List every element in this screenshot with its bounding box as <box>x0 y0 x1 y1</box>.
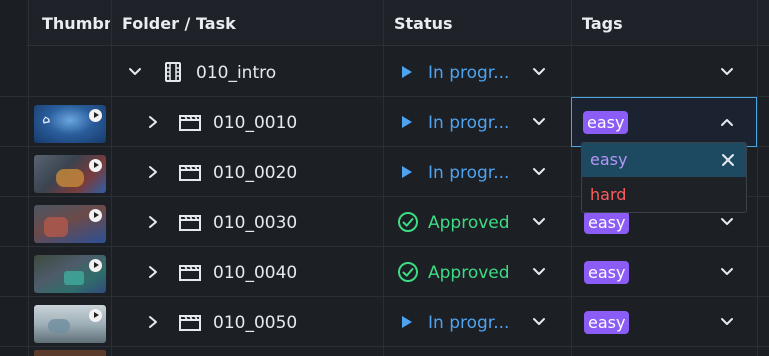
column-header-tags[interactable]: Tags <box>572 0 758 46</box>
task-name: 010_0050 <box>213 313 298 333</box>
task-name: 010_0010 <box>213 113 298 133</box>
tag-chip-easy[interactable]: easy <box>584 261 630 284</box>
clapperboard-icon <box>179 115 201 131</box>
chevron-down-icon[interactable] <box>531 214 547 230</box>
chevron-down-icon[interactable] <box>531 64 547 80</box>
status-cell[interactable]: In progr... <box>400 47 550 97</box>
chevron-down-icon[interactable] <box>531 164 547 180</box>
column-header-folder-task[interactable]: Folder / Task <box>112 0 382 46</box>
check-circle-icon <box>398 212 418 232</box>
chevron-down-icon[interactable] <box>127 64 143 80</box>
thumbnail-image[interactable] <box>34 155 106 193</box>
status-label: In progr... <box>428 163 510 183</box>
tag-option-label: hard <box>590 185 627 204</box>
status-label: Approved <box>428 213 510 233</box>
status-label: Approved <box>428 263 510 283</box>
grid-header: Thumbn Folder / Task Status Tags <box>0 0 769 46</box>
table-row[interactable]: 010_intro In progr... <box>0 47 769 97</box>
thumbnail-image[interactable] <box>34 205 106 243</box>
play-triangle-icon <box>402 66 412 78</box>
tag-dropdown-menu: easy hard <box>581 142 747 213</box>
play-badge-icon <box>89 209 102 222</box>
folder-name: 010_intro <box>196 63 277 83</box>
tag-chip-easy[interactable]: easy <box>584 311 630 334</box>
table-row[interactable]: 010_0050 In progr... easy <box>0 297 769 347</box>
thumbnail-figure <box>64 271 84 285</box>
status-cell[interactable]: In progr... <box>400 147 550 197</box>
chevron-down-icon[interactable] <box>719 64 735 80</box>
task-name: 010_0040 <box>213 263 298 283</box>
thumbnail-figure <box>56 169 84 187</box>
play-badge-icon <box>89 309 102 322</box>
status-cell[interactable]: Approved <box>398 247 550 297</box>
column-header-status[interactable]: Status <box>384 0 570 46</box>
tag-option-hard[interactable]: hard <box>582 178 746 212</box>
column-header-thumbnail[interactable]: Thumbn <box>32 0 110 46</box>
chevron-right-icon[interactable] <box>146 164 160 180</box>
chevron-down-icon[interactable] <box>531 114 547 130</box>
clapperboard-icon <box>179 215 201 231</box>
film-strip-icon <box>165 62 181 82</box>
check-circle-icon <box>398 262 418 282</box>
chevron-right-icon[interactable] <box>146 264 160 280</box>
status-cell[interactable]: In progr... <box>400 297 550 347</box>
chevron-right-icon[interactable] <box>146 114 160 130</box>
thumbnail-image[interactable] <box>34 305 106 343</box>
thumbnail-image[interactable] <box>34 255 106 293</box>
thumbnail-logo: ⌂ <box>40 112 52 127</box>
chevron-down-icon[interactable] <box>719 314 735 330</box>
chevron-down-icon[interactable] <box>531 264 547 280</box>
clapperboard-icon <box>179 315 201 331</box>
chevron-right-icon[interactable] <box>146 214 160 230</box>
tag-chip-easy[interactable]: easy <box>583 111 629 134</box>
clapperboard-icon <box>179 165 201 181</box>
close-icon[interactable] <box>720 152 736 168</box>
tags-cell-active[interactable]: easy <box>571 97 757 147</box>
chevron-down-icon[interactable] <box>719 214 735 230</box>
tag-chip-easy[interactable]: easy <box>584 211 630 234</box>
status-label: In progr... <box>428 113 510 133</box>
thumbnail-figure <box>48 319 70 333</box>
play-triangle-icon <box>402 116 412 128</box>
thumbnail-image[interactable]: ⌂ <box>34 105 106 143</box>
task-name: 010_0030 <box>213 213 298 233</box>
thumbnail-image[interactable] <box>34 350 106 356</box>
play-badge-icon <box>89 109 102 122</box>
task-grid: Thumbn Folder / Task Status Tags 010_int… <box>0 0 769 356</box>
play-badge-icon <box>89 159 102 172</box>
status-cell[interactable]: In progr... <box>400 97 550 147</box>
chevron-down-icon[interactable] <box>719 264 735 280</box>
chevron-up-icon[interactable] <box>719 114 735 130</box>
status-label: In progr... <box>428 313 510 333</box>
tag-option-easy[interactable]: easy <box>582 143 746 177</box>
task-name: 010_0020 <box>213 163 298 183</box>
tag-option-label: easy <box>590 150 628 169</box>
play-triangle-icon <box>402 316 412 328</box>
play-badge-icon <box>89 259 102 272</box>
table-row[interactable]: 010_0040 Approved easy <box>0 247 769 297</box>
status-cell[interactable]: Approved <box>398 197 550 247</box>
status-label: In progr... <box>428 63 510 83</box>
chevron-right-icon[interactable] <box>146 314 160 330</box>
chevron-down-icon[interactable] <box>531 314 547 330</box>
thumbnail-figure <box>44 217 68 237</box>
clapperboard-icon <box>179 265 201 281</box>
play-triangle-icon <box>402 166 412 178</box>
